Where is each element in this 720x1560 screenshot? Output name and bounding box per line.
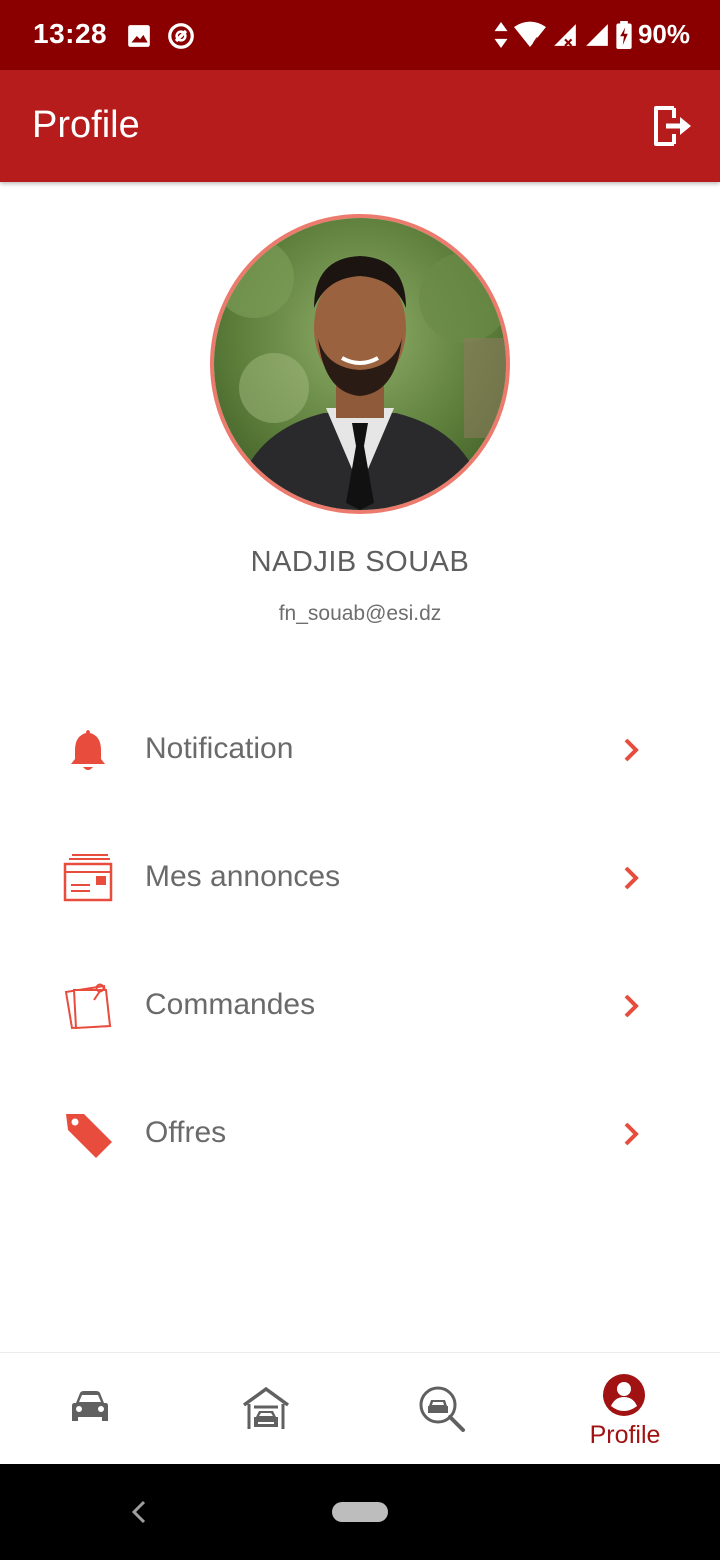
wifi-icon: 4 bbox=[513, 21, 546, 48]
menu-item-label: Mes annonces bbox=[145, 860, 341, 893]
status-bar: 13:28 4 90% bbox=[0, 0, 720, 70]
logout-button[interactable] bbox=[650, 104, 694, 148]
home-pill[interactable] bbox=[332, 1502, 388, 1522]
menu-item-label: Commandes bbox=[145, 988, 316, 1021]
menu-item-label: Offres bbox=[145, 1116, 227, 1149]
logout-icon bbox=[654, 106, 691, 146]
chevron-right-icon bbox=[624, 866, 639, 890]
signal-noservice-icon bbox=[586, 23, 608, 46]
orders-icon bbox=[64, 983, 112, 1030]
profile-icon bbox=[603, 1374, 645, 1416]
data-arrows-icon bbox=[494, 21, 508, 48]
signal-icon bbox=[554, 23, 576, 47]
menu-item-commandes[interactable]: Commandes bbox=[0, 956, 720, 1056]
menu-item-label: Notification bbox=[145, 732, 294, 765]
svg-text:4: 4 bbox=[533, 35, 540, 48]
status-right-icons: 4 90% bbox=[494, 19, 690, 50]
nav-item-profile[interactable]: Profile bbox=[532, 1353, 712, 1465]
page-title: Profile bbox=[32, 104, 140, 146]
user-name: NADJIB SOUAB bbox=[250, 546, 470, 578]
bell-icon bbox=[71, 730, 105, 770]
menu-item-mes-annonces[interactable]: Mes annonces bbox=[0, 828, 720, 928]
profile-photo bbox=[214, 218, 506, 510]
bottom-navigation: Profile bbox=[0, 1352, 720, 1464]
status-time: 13:28 bbox=[33, 18, 108, 49]
menu-item-offres[interactable]: Offres bbox=[0, 1084, 720, 1184]
avatar[interactable] bbox=[210, 214, 510, 514]
nav-item-label: Profile bbox=[589, 1421, 661, 1449]
status-left-icons bbox=[126, 21, 196, 51]
nav-item-search[interactable] bbox=[352, 1353, 532, 1465]
car-icon bbox=[72, 1391, 108, 1421]
battery-charging-icon bbox=[616, 20, 632, 49]
car-search-icon bbox=[419, 1386, 465, 1432]
chevron-right-icon bbox=[624, 738, 639, 762]
app-bar: Profile bbox=[0, 70, 720, 182]
chevron-right-icon bbox=[624, 994, 639, 1018]
ads-icon bbox=[63, 854, 113, 902]
user-email: fn_souab@esi.dz bbox=[278, 602, 442, 625]
nav-item-garage[interactable] bbox=[176, 1353, 356, 1465]
battery-percentage: 90% bbox=[637, 19, 690, 49]
garage-icon bbox=[242, 1386, 290, 1429]
tag-icon bbox=[66, 1114, 112, 1158]
chevron-right-icon bbox=[624, 1122, 639, 1146]
data-saver-icon bbox=[168, 23, 194, 49]
menu-item-notification[interactable]: Notification bbox=[0, 700, 720, 800]
image-icon bbox=[128, 25, 150, 47]
nav-item-cars[interactable] bbox=[0, 1353, 180, 1465]
back-icon[interactable] bbox=[128, 1498, 150, 1526]
